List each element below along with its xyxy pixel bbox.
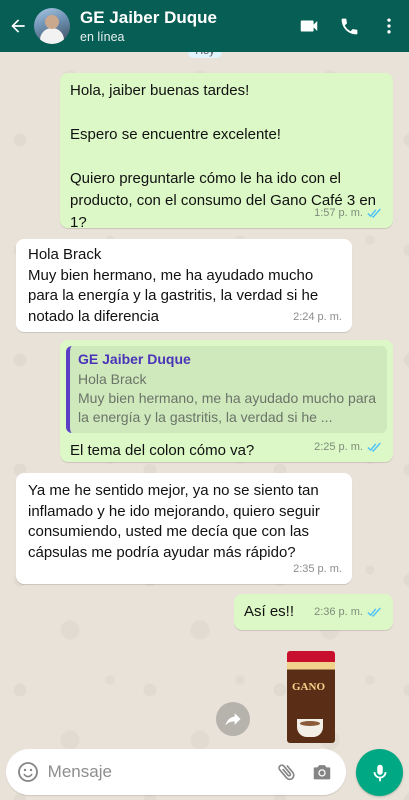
- message-meta: 1:57 p. m.: [314, 203, 383, 223]
- message-bubble-outgoing[interactable]: Hola, jaiber buenas tardes! Espero se en…: [60, 73, 393, 231]
- read-ticks-icon: [367, 607, 381, 617]
- coffee-cup-graphic: [297, 719, 323, 737]
- video-call-icon: [300, 20, 318, 32]
- message-meta: 2:35 p. m.: [293, 559, 342, 579]
- forward-button[interactable]: [216, 702, 250, 736]
- message-time: 2:35 p. m.: [293, 563, 342, 575]
- mic-icon: [373, 764, 386, 781]
- phone-icon: [341, 18, 357, 34]
- message-meta: 2:25 p. m.: [314, 437, 383, 457]
- message-time: 1:57 p. m.: [314, 207, 363, 219]
- message-composer: [6, 749, 346, 795]
- attach-button[interactable]: [269, 749, 305, 795]
- message-text: Ya me he sentido mejor, ya no se siento …: [28, 482, 320, 561]
- contact-status: en línea: [80, 29, 125, 44]
- avatar[interactable]: [34, 8, 70, 44]
- voice-call-button[interactable]: [329, 0, 369, 52]
- message-time: 2:36 p. m.: [314, 606, 363, 618]
- more-vert-icon: [387, 18, 391, 34]
- emoji-icon: [17, 762, 38, 782]
- message-time: 2:24 p. m.: [293, 311, 342, 323]
- video-call-button[interactable]: [289, 0, 329, 52]
- camera-button[interactable]: [304, 749, 340, 795]
- voice-message-button[interactable]: [356, 749, 403, 796]
- chat-header: GE Jaiber Duque en línea: [0, 0, 409, 52]
- read-ticks-icon: [367, 208, 381, 218]
- message-input[interactable]: [47, 762, 269, 782]
- forward-icon: [225, 713, 241, 726]
- more-options-button[interactable]: [369, 0, 409, 52]
- message-bubble-outgoing[interactable]: Así es!! 2:36 p. m.: [234, 594, 393, 630]
- message-time: 2:25 p. m.: [314, 441, 363, 453]
- message-bubble-incoming[interactable]: Ya me he sentido mejor, ya no se siento …: [16, 473, 352, 584]
- contact-info[interactable]: GE Jaiber Duque en línea: [80, 8, 289, 45]
- read-ticks-icon: [367, 442, 381, 452]
- message-bubble-outgoing-reply[interactable]: GE Jaiber Duque Hola Brack Muy bien herm…: [60, 340, 393, 462]
- product-image[interactable]: GANO: [287, 651, 335, 743]
- camera-icon: [313, 765, 331, 780]
- quoted-message[interactable]: GE Jaiber Duque Hola Brack Muy bien herm…: [66, 346, 387, 433]
- product-brand-text: GANO: [292, 681, 325, 693]
- contact-name: GE Jaiber Duque: [80, 7, 217, 27]
- back-arrow-icon: [11, 19, 25, 33]
- back-button[interactable]: [4, 0, 32, 52]
- message-meta: 2:36 p. m.: [314, 602, 383, 622]
- quoted-author: GE Jaiber Duque: [78, 351, 191, 367]
- message-meta: 2:24 p. m.: [293, 307, 342, 327]
- message-bubble-incoming[interactable]: Hola Brack Muy bien hermano, me ha ayuda…: [16, 239, 352, 332]
- attach-icon: [277, 764, 295, 781]
- emoji-button[interactable]: [10, 749, 46, 795]
- quoted-text: Hola Brack Muy bien hermano, me ha ayuda…: [78, 371, 377, 425]
